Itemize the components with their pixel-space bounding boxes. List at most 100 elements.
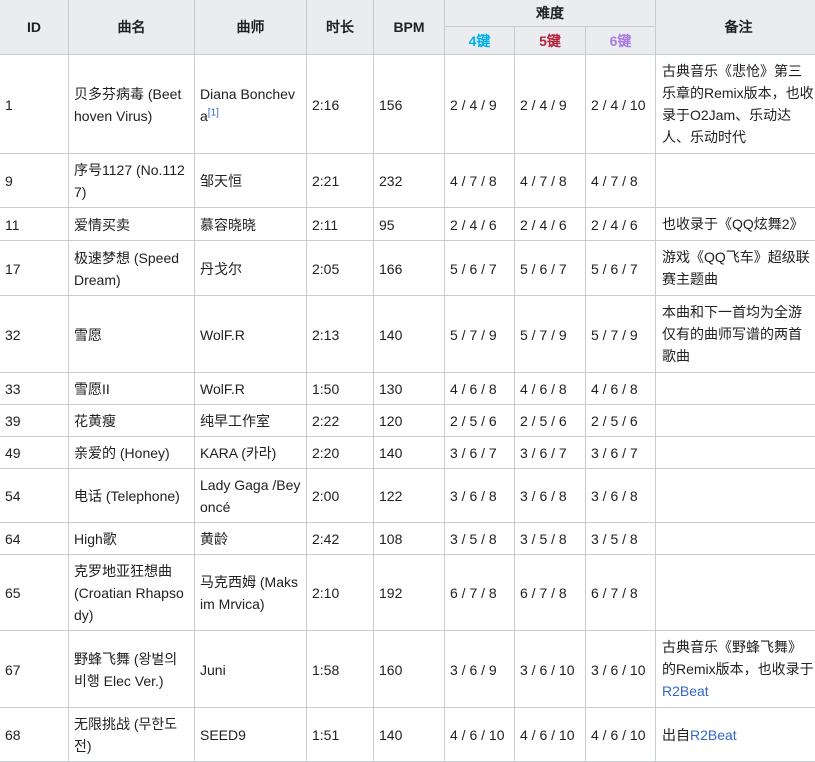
cell-artist: Diana Boncheva[1] [195,55,307,154]
cell-artist: 纯早工作室 [195,405,307,437]
cell-6key: 4 / 6 / 10 [586,708,656,762]
cell-4key: 3 / 5 / 8 [445,523,515,555]
cell-4key: 2 / 4 / 9 [445,55,515,154]
cell-note: 也收录于《QQ炫舞2》 [656,208,815,241]
cell-id: 1 [0,55,69,154]
cell-duration: 2:16 [307,55,374,154]
cell-artist: WolF.R [195,373,307,405]
cell-note [656,523,815,555]
cell-duration: 2:05 [307,241,374,296]
cell-id: 49 [0,437,69,469]
cell-bpm: 192 [374,555,445,631]
cell-duration: 2:20 [307,437,374,469]
table-row: 11爱情买卖慕容晓晓2:11952 / 4 / 62 / 4 / 62 / 4 … [0,208,815,241]
cell-4key: 2 / 4 / 6 [445,208,515,241]
cell-4key: 4 / 6 / 8 [445,373,515,405]
cell-id: 39 [0,405,69,437]
cell-title: 电话 (Telephone) [69,469,195,523]
cell-duration: 1:58 [307,631,374,708]
cell-bpm: 130 [374,373,445,405]
reference-link[interactable]: [1] [208,107,219,118]
cell-5key: 3 / 6 / 7 [515,437,586,469]
cell-6key: 6 / 7 / 8 [586,555,656,631]
table-row: 9序号1127 (No.1127)邹天恒2:212324 / 7 / 84 / … [0,154,815,208]
cell-note: 出自R2Beat [656,708,815,762]
cell-note [656,469,815,523]
cell-duration: 1:51 [307,708,374,762]
cell-4key: 6 / 7 / 8 [445,555,515,631]
cell-note [656,555,815,631]
cell-4key: 4 / 6 / 10 [445,708,515,762]
cell-duration: 2:21 [307,154,374,208]
header-title[interactable]: 曲名 [69,0,195,55]
cell-title: 序号1127 (No.1127) [69,154,195,208]
cell-duration: 2:10 [307,555,374,631]
cell-id: 33 [0,373,69,405]
cell-bpm: 108 [374,523,445,555]
note-link[interactable]: R2Beat [662,683,709,699]
cell-title: 雪愿 [69,296,195,373]
cell-4key: 5 / 7 / 9 [445,296,515,373]
table-row: 39花黄瘦纯早工作室2:221202 / 5 / 62 / 5 / 62 / 5… [0,405,815,437]
cell-6key: 3 / 6 / 10 [586,631,656,708]
cell-artist: SEED9 [195,708,307,762]
table-row: 1贝多芬病毒 (Beethoven Virus)Diana Boncheva[1… [0,55,815,154]
cell-note [656,373,815,405]
cell-artist: 慕容晓晓 [195,208,307,241]
cell-6key: 5 / 6 / 7 [586,241,656,296]
cell-artist: WolF.R [195,296,307,373]
cell-bpm: 160 [374,631,445,708]
cell-note: 本曲和下一首均为全游仅有的曲师写谱的两首歌曲 [656,296,815,373]
cell-title: 极速梦想 (Speed Dream) [69,241,195,296]
table-row: 49亲爱的 (Honey)KARA (카라)2:201403 / 6 / 73 … [0,437,815,469]
cell-4key: 3 / 6 / 7 [445,437,515,469]
cell-4key: 2 / 5 / 6 [445,405,515,437]
cell-artist: 邹天恒 [195,154,307,208]
cell-title: 野蜂飞舞 (왕벌의 비행 Elec Ver.) [69,631,195,708]
song-table: ID 曲名 曲师 时长 BPM 难度 备注 4键 5键 6键 1贝多芬病毒 (B… [0,0,815,762]
cell-duration: 2:11 [307,208,374,241]
cell-bpm: 166 [374,241,445,296]
cell-artist: 丹戈尔 [195,241,307,296]
cell-artist: 马克西姆 (Maksim Mrvica) [195,555,307,631]
cell-5key: 6 / 7 / 8 [515,555,586,631]
cell-5key: 4 / 7 / 8 [515,154,586,208]
cell-title: 亲爱的 (Honey) [69,437,195,469]
table-row: 67野蜂飞舞 (왕벌의 비행 Elec Ver.)Juni1:581603 / … [0,631,815,708]
cell-5key: 2 / 5 / 6 [515,405,586,437]
cell-title: 花黄瘦 [69,405,195,437]
cell-5key: 3 / 6 / 10 [515,631,586,708]
cell-title: 爱情买卖 [69,208,195,241]
header-difficulty: 难度 [445,0,656,27]
cell-artist: KARA (카라) [195,437,307,469]
cell-id: 17 [0,241,69,296]
note-link[interactable]: R2Beat [690,727,737,743]
cell-note: 古典音乐《悲怆》第三乐章的Remix版本，也收录于O2Jam、乐动达人、乐动时代 [656,55,815,154]
cell-5key: 5 / 7 / 9 [515,296,586,373]
cell-title: 雪愿II [69,373,195,405]
header-4key[interactable]: 4键 [445,27,515,55]
header-notes[interactable]: 备注 [656,0,815,55]
cell-id: 68 [0,708,69,762]
header-duration[interactable]: 时长 [307,0,374,55]
cell-6key: 3 / 6 / 8 [586,469,656,523]
header-artist[interactable]: 曲师 [195,0,307,55]
cell-6key: 2 / 4 / 6 [586,208,656,241]
cell-duration: 2:00 [307,469,374,523]
cell-bpm: 122 [374,469,445,523]
cell-5key: 4 / 6 / 10 [515,708,586,762]
cell-4key: 5 / 6 / 7 [445,241,515,296]
cell-id: 9 [0,154,69,208]
cell-note: 游戏《QQ飞车》超级联赛主题曲 [656,241,815,296]
cell-bpm: 120 [374,405,445,437]
cell-4key: 3 / 6 / 9 [445,631,515,708]
header-5key[interactable]: 5键 [515,27,586,55]
cell-id: 54 [0,469,69,523]
header-6key[interactable]: 6键 [586,27,656,55]
header-id[interactable]: ID [0,0,69,55]
cell-5key: 4 / 6 / 8 [515,373,586,405]
table-row: 68无限挑战 (무한도전)SEED91:511404 / 6 / 104 / 6… [0,708,815,762]
cell-duration: 1:50 [307,373,374,405]
cell-bpm: 140 [374,708,445,762]
header-bpm[interactable]: BPM [374,0,445,55]
